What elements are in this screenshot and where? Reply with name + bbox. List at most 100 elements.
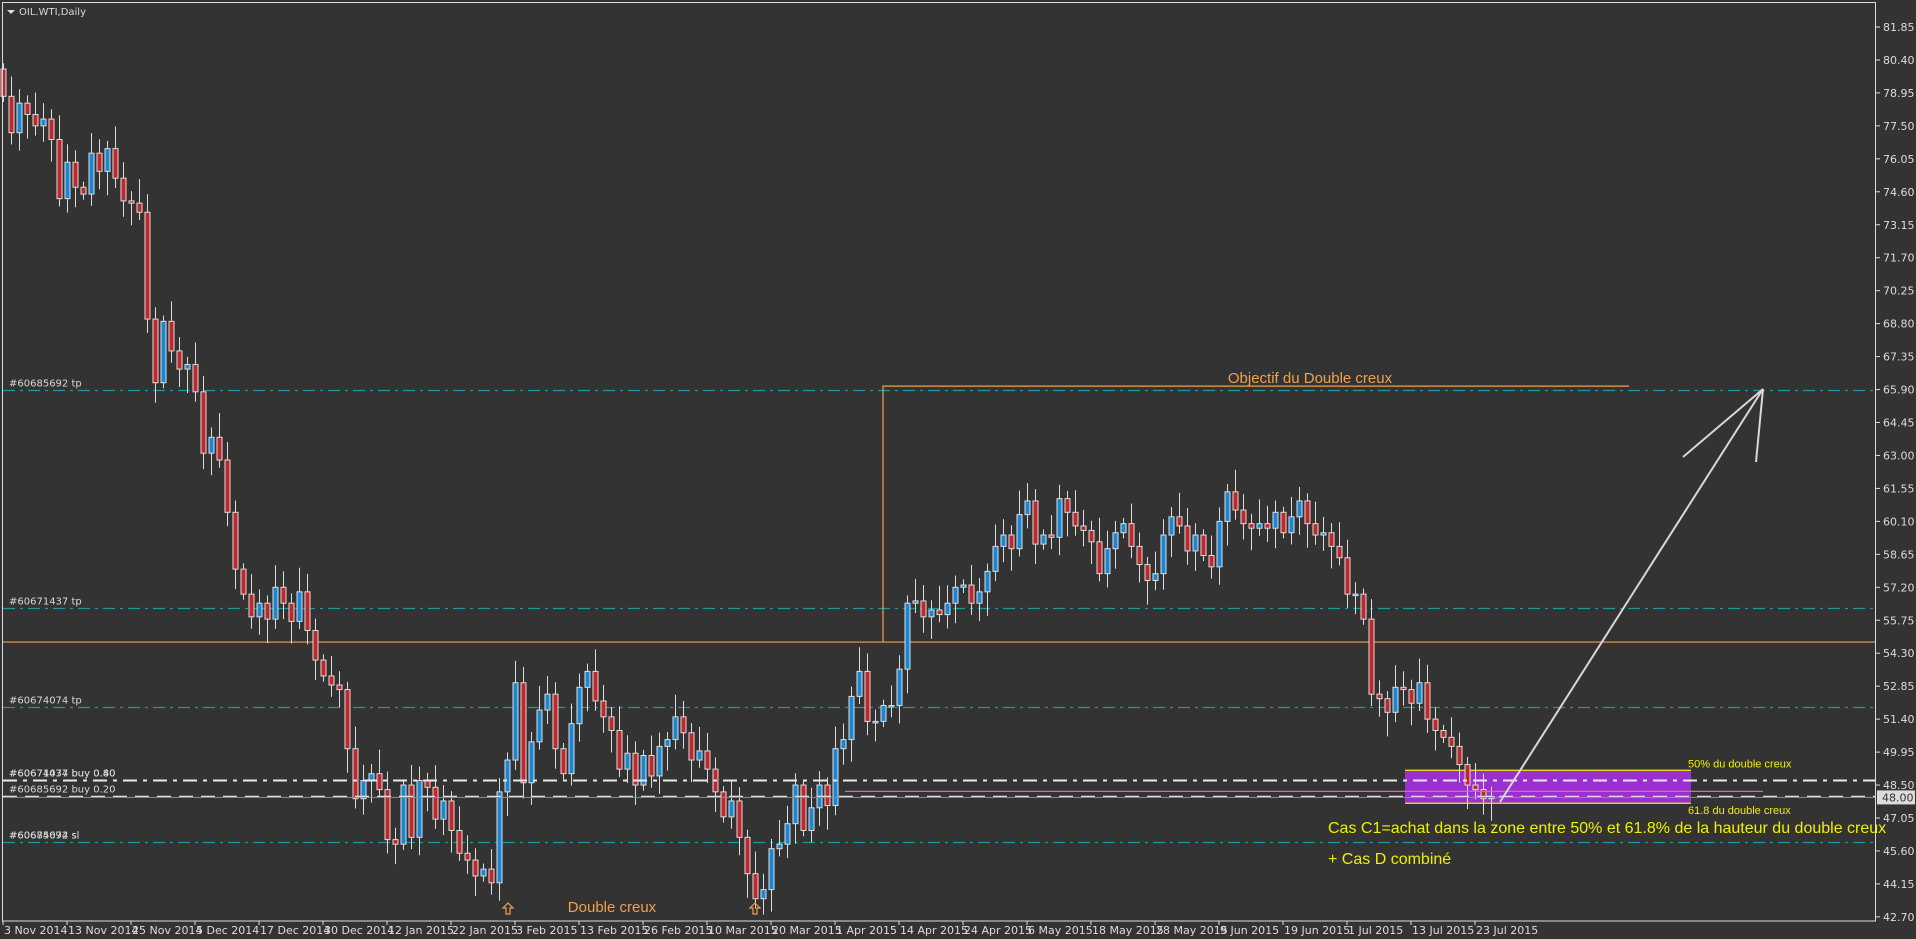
bear-candle-body xyxy=(744,836,751,875)
y-tick-label: 76.05 xyxy=(1883,153,1915,166)
bear-candle-body xyxy=(736,800,743,838)
case-annotation: Cas C1=achat dans la zone entre 50% et 6… xyxy=(1328,820,1886,837)
y-tick-label: 65.90 xyxy=(1883,384,1915,397)
bear-candle-body xyxy=(648,754,655,777)
double-bottom-label: Double creux xyxy=(568,899,657,916)
bull-candle-body xyxy=(544,693,551,711)
bull-candle-body xyxy=(984,570,991,593)
price-chart[interactable]: Objectif du Double creux #60685692 tp #60… xyxy=(0,0,1916,939)
bear-candle-body xyxy=(1088,529,1095,543)
bull-candle-body xyxy=(784,823,791,845)
bull-candle-body xyxy=(536,709,543,743)
y-tick-label: 58.65 xyxy=(1883,548,1915,561)
bear-candle-body xyxy=(1328,532,1335,547)
bear-candle-body xyxy=(120,177,127,202)
bear-candle-body xyxy=(616,729,623,770)
bear-candle-body xyxy=(1032,500,1039,545)
y-tick-label: 77.50 xyxy=(1883,120,1915,133)
candle xyxy=(640,749,647,791)
bull-candle-body xyxy=(696,750,703,761)
y-tick-label: 54.30 xyxy=(1883,647,1915,660)
bull-candle-body xyxy=(496,791,503,884)
x-tick-label: 13 Nov 2014 xyxy=(68,924,138,937)
x-tick-label: 5 Dec 2014 xyxy=(196,924,259,937)
x-tick-label: 25 Nov 2014 xyxy=(132,924,202,937)
x-tick-label: 13 Jul 2015 xyxy=(1412,924,1474,937)
bear-candle-body xyxy=(608,716,615,731)
bear-candle-body xyxy=(192,364,199,393)
bear-candle-body xyxy=(560,748,567,775)
current-price-marker: 48.00 xyxy=(1877,790,1915,805)
bear-candle-body xyxy=(312,629,319,661)
order-line-label: #60674074 sl xyxy=(9,831,79,842)
bull-candle-body xyxy=(1288,516,1295,534)
bear-candle-body xyxy=(800,784,807,832)
bear-candle-body xyxy=(704,750,711,770)
bear-candle-body xyxy=(456,830,463,854)
candle xyxy=(720,786,727,823)
bear-candle-body xyxy=(1232,491,1239,511)
y-tick-label: 63.00 xyxy=(1883,449,1915,462)
bull-candle-body xyxy=(992,545,999,572)
bear-candle-body xyxy=(424,779,431,788)
y-tick-label: 73.15 xyxy=(1883,219,1915,232)
bull-candle-body xyxy=(960,584,967,588)
bear-candle-body xyxy=(96,152,103,172)
bear-candle-body xyxy=(264,602,271,620)
x-tick-label: 12 Jan 2015 xyxy=(388,924,454,937)
bear-candle-body xyxy=(968,584,975,604)
bull-candle-body xyxy=(1272,511,1279,529)
bull-candle-body xyxy=(672,716,679,741)
time-axis[interactable]: 3 Nov 2014 13 Nov 201425 Nov 20145 Dec 20… xyxy=(2,921,1538,937)
bear-candle-body xyxy=(168,320,175,352)
bear-candle-body xyxy=(1344,557,1351,595)
bear-candle-body xyxy=(128,200,135,204)
bear-candle-body xyxy=(472,859,479,877)
bear-candle-body xyxy=(1376,693,1383,700)
candle xyxy=(1360,588,1367,625)
current-price-label: 48.00 xyxy=(1882,791,1914,804)
bear-candle-body xyxy=(824,784,831,807)
bear-candle-body xyxy=(1264,523,1271,529)
bear-candle-body xyxy=(200,391,207,454)
bear-candle-body xyxy=(1176,516,1183,527)
bear-candle-body xyxy=(32,114,39,127)
bull-candle-body xyxy=(776,843,783,850)
bull-candle-body xyxy=(808,807,815,832)
bear-candle-body xyxy=(1200,534,1207,556)
bull-candle-body xyxy=(1120,523,1127,534)
bull-candle-body xyxy=(1216,520,1223,568)
bull-candle-body xyxy=(416,779,423,838)
bear-candle-body xyxy=(1144,564,1151,581)
zone-618-label: 61.8 du double creux xyxy=(1688,805,1791,817)
bull-candle-body xyxy=(272,586,279,620)
bull-candle-body xyxy=(1024,500,1031,516)
bull-candle-body xyxy=(208,436,215,454)
bear-candle-body xyxy=(216,436,223,461)
buy-zone-rectangle[interactable] xyxy=(1405,770,1691,804)
bear-candle-body xyxy=(600,700,607,718)
bull-candle-body xyxy=(1160,534,1167,575)
y-tick-label: 67.35 xyxy=(1883,351,1915,364)
x-tick-label: 22 Jan 2015 xyxy=(452,924,518,937)
bear-candle-body xyxy=(1336,545,1343,559)
case-d-annotation: + Cas D combiné xyxy=(1328,851,1451,868)
bull-candle-body xyxy=(16,102,23,134)
candle xyxy=(400,779,407,850)
candle xyxy=(160,315,167,389)
bear-candle-body xyxy=(408,784,415,838)
bear-candle-body xyxy=(1368,618,1375,695)
bear-candle-body xyxy=(336,684,343,691)
bull-candle-body xyxy=(1016,514,1023,550)
candle xyxy=(0,63,7,103)
order-line-label: #60685692 tp xyxy=(9,379,82,390)
bear-candle-body xyxy=(1456,745,1463,766)
bull-candle-body xyxy=(1056,498,1063,538)
bear-candle-body xyxy=(112,148,119,179)
y-tick-label: 47.05 xyxy=(1883,812,1915,825)
bear-candle-body xyxy=(48,118,55,141)
x-tick-label: 17 Dec 2014 xyxy=(260,924,330,937)
bull-candle-body xyxy=(512,682,519,761)
bear-candle-body xyxy=(1240,509,1247,525)
y-tick-label: 70.25 xyxy=(1883,285,1915,298)
